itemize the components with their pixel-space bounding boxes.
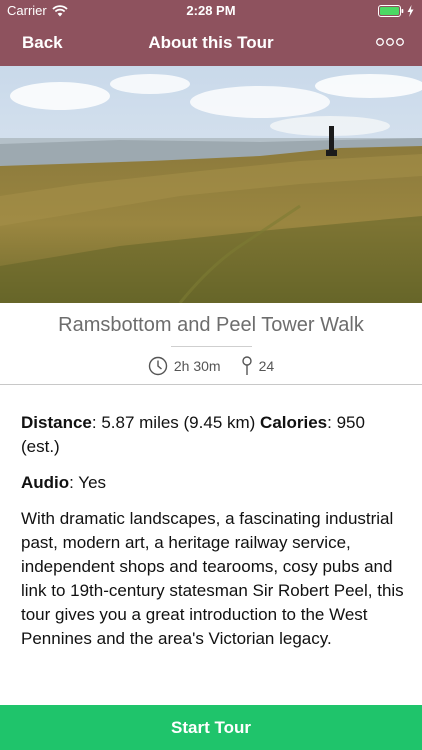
charging-bolt-icon xyxy=(407,5,414,17)
distance-calories-line: Distance: 5.87 miles (9.45 km) Calories:… xyxy=(21,411,406,459)
more-options-icon[interactable] xyxy=(376,37,404,47)
stops-count: 24 xyxy=(258,358,275,374)
tour-title: Ramsbottom and Peel Tower Walk xyxy=(58,314,364,336)
distance-label: Distance xyxy=(21,413,92,432)
tour-meta: 2h 30m 24 xyxy=(0,355,422,377)
moorland-landscape-image xyxy=(0,66,422,303)
tour-description: With dramatic landscapes, a fascinating … xyxy=(21,509,404,648)
title-underline xyxy=(171,346,252,347)
stops-item: 24 xyxy=(241,356,275,376)
start-tour-button[interactable]: Start Tour xyxy=(0,705,422,750)
duration-label: 2h 30m xyxy=(173,358,221,374)
status-time: 2:28 PM xyxy=(186,3,236,18)
distance-value: : 5.87 miles (9.45 km) xyxy=(91,413,261,432)
battery-group xyxy=(378,5,414,17)
status-bar: Carrier 2:28 PM xyxy=(0,0,422,22)
nav-title: About this Tour xyxy=(148,33,274,52)
audio-value: : Yes xyxy=(69,473,107,492)
battery-icon xyxy=(378,5,404,17)
tour-hero-image xyxy=(0,66,422,303)
navigation-bar: Back About this Tour xyxy=(0,22,422,66)
tour-details: Distance: 5.87 miles (9.45 km) Calories:… xyxy=(21,411,406,663)
audio-label: Audio xyxy=(21,473,70,492)
section-divider xyxy=(0,384,422,385)
duration-item: 2h 30m xyxy=(148,356,221,376)
audio-line: Audio: Yes xyxy=(21,471,406,495)
clock-icon xyxy=(148,356,168,376)
location-pin-icon xyxy=(241,356,252,375)
calories-label: Calories xyxy=(260,413,328,432)
